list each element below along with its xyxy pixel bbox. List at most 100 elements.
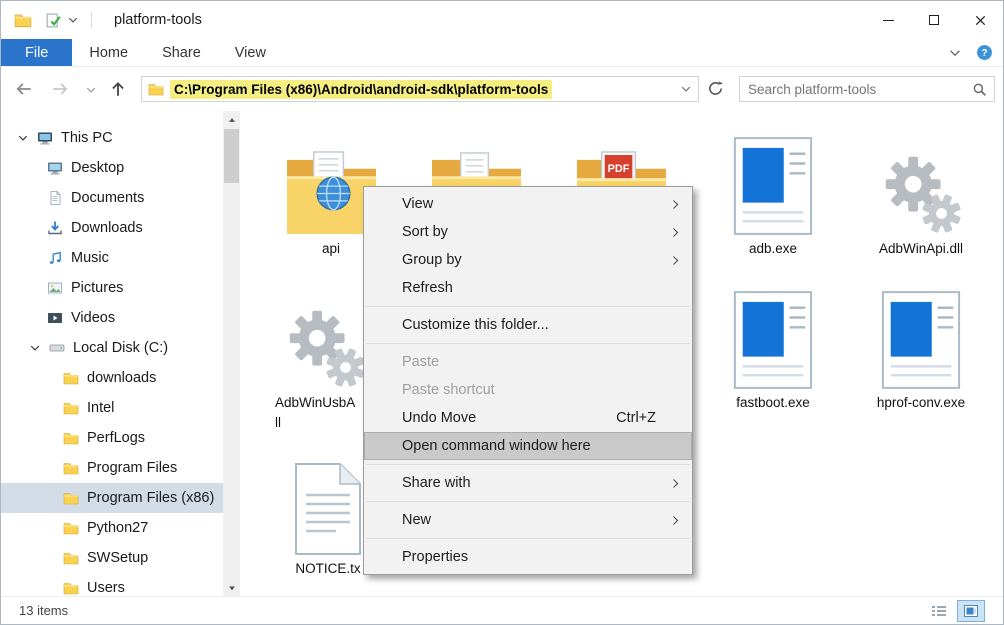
disk-icon bbox=[49, 340, 65, 356]
back-icon[interactable] bbox=[15, 80, 33, 98]
large-icons-view-icon bbox=[963, 604, 979, 618]
sidebar-label: Python27 bbox=[87, 520, 148, 536]
tab-home[interactable]: Home bbox=[72, 39, 145, 66]
quick-access-properties-icon[interactable] bbox=[45, 12, 62, 29]
file-tile-adbwinusbapi-dll[interactable]: AdbWinUsbA ll bbox=[273, 281, 377, 431]
close-button[interactable] bbox=[957, 1, 1003, 39]
folder-icon bbox=[63, 550, 79, 566]
menu-label: Properties bbox=[402, 549, 468, 565]
menu-separator bbox=[366, 343, 690, 344]
window-controls bbox=[865, 1, 1003, 39]
address-folder-icon bbox=[148, 81, 164, 97]
menu-item-undo-move[interactable]: Undo Move Ctrl+Z bbox=[364, 404, 692, 432]
menu-item-open-command-window-here[interactable]: Open command window here bbox=[364, 432, 692, 460]
details-view-button[interactable] bbox=[925, 600, 953, 622]
menu-separator bbox=[366, 501, 690, 502]
documents-icon bbox=[47, 190, 63, 206]
sidebar-item-users[interactable]: Users bbox=[1, 573, 223, 596]
sidebar-item-perflogs[interactable]: PerfLogs bbox=[1, 423, 223, 453]
address-bar-row: C:\Program Files (x86)\Android\android-s… bbox=[1, 67, 1003, 111]
search-box bbox=[739, 76, 995, 102]
menu-item-share-with[interactable]: Share with bbox=[364, 469, 692, 497]
sidebar-item-downloads[interactable]: Downloads bbox=[1, 213, 223, 243]
expand-arrow-icon[interactable] bbox=[17, 132, 29, 144]
context-menu: View Sort by Group by Refresh Customize … bbox=[363, 186, 693, 575]
close-icon bbox=[973, 13, 988, 28]
maximize-button[interactable] bbox=[911, 1, 957, 39]
menu-label: Undo Move bbox=[402, 410, 476, 426]
desktop-icon bbox=[47, 160, 63, 176]
search-input[interactable] bbox=[740, 82, 972, 97]
sidebar-item-swsetup[interactable]: SWSetup bbox=[1, 543, 223, 573]
sidebar-item-music[interactable]: Music bbox=[1, 243, 223, 273]
scroll-up-icon[interactable] bbox=[223, 111, 240, 128]
menu-item-sort-by[interactable]: Sort by bbox=[364, 218, 692, 246]
titlebar-divider bbox=[91, 12, 92, 28]
scrollbar-thumb[interactable] bbox=[224, 129, 239, 183]
menu-item-view[interactable]: View bbox=[364, 190, 692, 218]
recent-locations-chevron-icon[interactable] bbox=[85, 84, 97, 96]
menu-item-paste-shortcut: Paste shortcut bbox=[364, 376, 692, 404]
file-label: AdbWinApi.dll bbox=[869, 240, 973, 257]
menu-item-group-by[interactable]: Group by bbox=[364, 246, 692, 274]
help-icon[interactable] bbox=[976, 44, 993, 61]
sidebar-scrollbar[interactable] bbox=[223, 111, 240, 596]
sidebar-item-intel[interactable]: Intel bbox=[1, 393, 223, 423]
ribbon-right-controls bbox=[948, 39, 1003, 66]
folder-icon bbox=[63, 520, 79, 536]
folder-icon bbox=[63, 580, 79, 596]
up-icon[interactable] bbox=[109, 80, 127, 98]
sidebar-item-desktop[interactable]: Desktop bbox=[1, 153, 223, 183]
address-bar[interactable]: C:\Program Files (x86)\Android\android-s… bbox=[141, 76, 699, 102]
menu-item-new[interactable]: New bbox=[364, 506, 692, 534]
menu-label: Customize this folder... bbox=[402, 317, 549, 333]
quick-access-customize-chevron-icon[interactable] bbox=[67, 14, 79, 26]
sidebar-item-this-pc[interactable]: This PC bbox=[1, 123, 223, 153]
expand-ribbon-chevron-icon[interactable] bbox=[948, 46, 962, 60]
address-dropdown-chevron-icon[interactable] bbox=[680, 83, 692, 95]
tab-view[interactable]: View bbox=[218, 39, 283, 66]
address-path[interactable]: C:\Program Files (x86)\Android\android-s… bbox=[170, 80, 552, 99]
sidebar-item-local-disk-c[interactable]: Local Disk (C:) bbox=[1, 333, 223, 363]
menu-item-properties[interactable]: Properties bbox=[364, 543, 692, 571]
sidebar-label: Program Files bbox=[87, 460, 177, 476]
sidebar-item-downloads-folder[interactable]: downloads bbox=[1, 363, 223, 393]
sidebar-label: Music bbox=[71, 250, 109, 266]
title-bar: platform-tools bbox=[1, 1, 1003, 39]
menu-item-refresh[interactable]: Refresh bbox=[364, 274, 692, 302]
status-bar: 13 items bbox=[1, 596, 1003, 624]
file-tile-adb-exe[interactable]: adb.exe bbox=[721, 127, 825, 257]
sidebar-label: Users bbox=[87, 580, 125, 596]
sidebar-item-program-files[interactable]: Program Files bbox=[1, 453, 223, 483]
search-icon[interactable] bbox=[972, 82, 987, 97]
window-folder-icon bbox=[13, 11, 33, 29]
music-icon bbox=[47, 250, 63, 266]
sidebar-item-python27[interactable]: Python27 bbox=[1, 513, 223, 543]
sidebar-item-program-files-x86[interactable]: Program Files (x86) bbox=[1, 483, 223, 513]
menu-label: Group by bbox=[402, 252, 462, 268]
forward-icon[interactable] bbox=[51, 80, 69, 98]
sidebar-item-pictures[interactable]: Pictures bbox=[1, 273, 223, 303]
file-list-area[interactable]: api adb.exe AdbWinApi.dll AdbWinUsbA ll … bbox=[240, 111, 1003, 596]
sidebar-label: Desktop bbox=[71, 160, 124, 176]
expand-arrow-icon[interactable] bbox=[29, 342, 41, 354]
file-label: AdbWinUsbA bbox=[273, 394, 377, 411]
menu-item-customize-this-folder[interactable]: Customize this folder... bbox=[364, 311, 692, 339]
sidebar-item-videos[interactable]: Videos bbox=[1, 303, 223, 333]
menu-label: Paste bbox=[402, 354, 439, 370]
file-tile-fastboot-exe[interactable]: fastboot.exe bbox=[721, 281, 825, 411]
large-icons-view-button[interactable] bbox=[957, 600, 985, 622]
file-label: fastboot.exe bbox=[721, 394, 825, 411]
file-tile-adbwinapi-dll[interactable]: AdbWinApi.dll bbox=[869, 127, 973, 257]
menu-separator bbox=[366, 464, 690, 465]
tab-share[interactable]: Share bbox=[145, 39, 218, 66]
sidebar-label: PerfLogs bbox=[87, 430, 145, 446]
scroll-down-icon[interactable] bbox=[223, 579, 240, 596]
minimize-button[interactable] bbox=[865, 1, 911, 39]
menu-label: View bbox=[402, 196, 433, 212]
application-icon bbox=[721, 127, 825, 237]
refresh-icon[interactable] bbox=[707, 80, 724, 97]
tab-file[interactable]: File bbox=[1, 39, 72, 66]
file-tile-hprof-conv-exe[interactable]: hprof-conv.exe bbox=[869, 281, 973, 411]
sidebar-item-documents[interactable]: Documents bbox=[1, 183, 223, 213]
